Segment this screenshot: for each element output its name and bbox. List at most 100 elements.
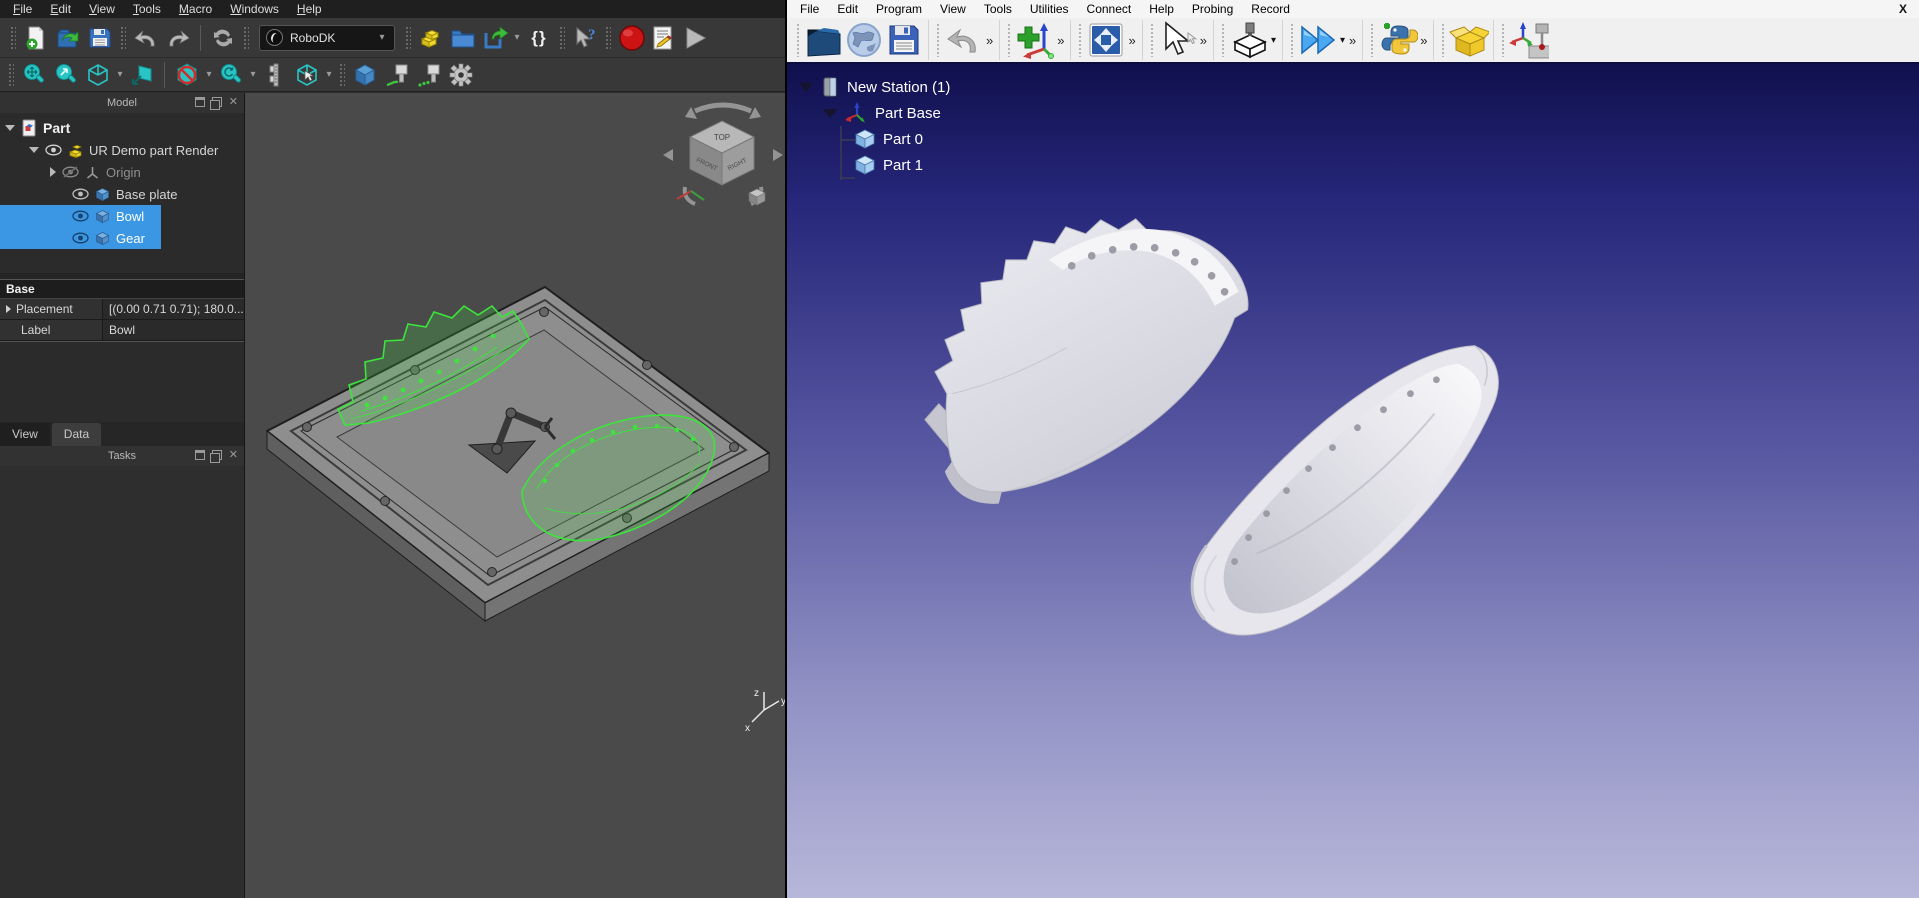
play-icon[interactable] xyxy=(681,24,709,52)
chevron-down-icon[interactable]: ▾ xyxy=(247,69,259,80)
tree-item-gear[interactable]: Gear xyxy=(0,227,161,249)
menu-program[interactable]: Program xyxy=(867,0,931,18)
undo-icon[interactable] xyxy=(944,20,984,60)
part-1-bowl-model[interactable] xyxy=(1192,346,1498,635)
box-selection-icon[interactable] xyxy=(293,61,321,89)
tree-item-ur-demo[interactable]: UR Demo part Render xyxy=(0,139,244,161)
save-icon[interactable] xyxy=(86,24,114,52)
menu-file[interactable]: File xyxy=(4,0,41,18)
menu-help[interactable]: Help xyxy=(288,0,331,18)
fit-all-icon[interactable] xyxy=(20,61,48,89)
menu-probing[interactable]: Probing xyxy=(1183,0,1242,18)
save-station-icon[interactable] xyxy=(884,20,924,60)
isometric-view-icon[interactable] xyxy=(84,61,112,89)
online-library-icon[interactable] xyxy=(844,20,884,60)
redo-icon[interactable] xyxy=(164,24,192,52)
window-close-button[interactable]: X xyxy=(1899,2,1915,16)
open-station-icon[interactable] xyxy=(804,20,844,60)
expand-arrow-icon[interactable] xyxy=(5,125,15,131)
menu-utilities[interactable]: Utilities xyxy=(1021,0,1078,18)
draw-style-icon[interactable] xyxy=(173,61,201,89)
chevron-down-icon[interactable]: ▾ xyxy=(511,32,523,43)
expand-arrow-icon[interactable] xyxy=(6,305,11,313)
dock-float-icon[interactable] xyxy=(212,97,222,107)
visibility-eye-slash-icon[interactable] xyxy=(62,165,79,179)
property-group-header[interactable]: Base xyxy=(0,280,244,299)
tree-item-base-plate[interactable]: Base plate xyxy=(0,183,244,205)
property-value[interactable]: [(0.00 0.71 0.71); 180.0... xyxy=(103,299,244,319)
menu-windows[interactable]: Windows xyxy=(221,0,288,18)
toolbar-overflow-icon[interactable]: » xyxy=(1420,33,1427,48)
cube-icon[interactable] xyxy=(351,61,379,89)
visibility-eye-icon[interactable] xyxy=(72,209,89,223)
settings-gear-icon[interactable] xyxy=(447,61,475,89)
chevron-down-icon[interactable]: ▾ xyxy=(323,69,335,80)
robodk-3d-view[interactable]: New Station (1) Part Base Part 0 Part 1 xyxy=(787,64,1919,898)
toolbar-overflow-icon[interactable]: » xyxy=(1057,33,1064,48)
dock-restore-icon[interactable] xyxy=(195,450,205,460)
toolbar-overflow-icon[interactable]: » xyxy=(1200,33,1207,48)
chevron-down-icon[interactable]: ▾ xyxy=(203,69,215,80)
dock-float-icon[interactable] xyxy=(212,450,222,460)
measure-box-icon[interactable] xyxy=(1229,20,1269,60)
chevron-down-icon[interactable]: ▾ xyxy=(1271,35,1276,46)
menu-edit[interactable]: Edit xyxy=(41,0,80,18)
select-cursor-icon[interactable] xyxy=(1158,20,1198,60)
menu-edit[interactable]: Edit xyxy=(828,0,867,18)
menu-record[interactable]: Record xyxy=(1242,0,1299,18)
dock-restore-icon[interactable] xyxy=(195,97,205,107)
measure-caliper-icon[interactable] xyxy=(261,61,289,89)
add-python-program-icon[interactable] xyxy=(1378,20,1418,60)
record-icon[interactable] xyxy=(617,24,645,52)
property-value[interactable]: Bowl xyxy=(103,320,244,340)
undo-icon[interactable] xyxy=(132,24,160,52)
new-document-icon[interactable] xyxy=(22,24,50,52)
workbench-selector[interactable]: RoboDK ▾ xyxy=(259,25,395,51)
tree-item-bowl[interactable]: Bowl xyxy=(0,205,161,227)
menu-help[interactable]: Help xyxy=(1140,0,1183,18)
edit-script-icon[interactable] xyxy=(649,24,677,52)
menu-view[interactable]: View xyxy=(80,0,124,18)
tab-view[interactable]: View xyxy=(0,423,50,446)
probe-reference-icon[interactable] xyxy=(1509,20,1549,60)
menu-file[interactable]: File xyxy=(791,0,828,18)
dock-close-icon[interactable]: ✕ xyxy=(229,450,238,460)
open-folder-icon[interactable] xyxy=(449,24,477,52)
whats-this-icon[interactable]: ? xyxy=(571,24,599,52)
toolbar-overflow-icon[interactable]: » xyxy=(986,33,993,48)
expand-arrow-icon[interactable] xyxy=(50,167,56,177)
add-reference-frame-icon[interactable] xyxy=(1015,20,1055,60)
menu-tools[interactable]: Tools xyxy=(975,0,1021,18)
expand-arrow-icon[interactable] xyxy=(29,147,39,153)
visibility-eye-icon[interactable] xyxy=(45,143,62,157)
chevron-down-icon[interactable]: ▾ xyxy=(1340,35,1345,46)
align-view-icon[interactable] xyxy=(128,61,156,89)
menu-macro[interactable]: Macro xyxy=(170,0,221,18)
menu-tools[interactable]: Tools xyxy=(124,0,170,18)
navigation-cube[interactable]: TOP FRONT RIGHT xyxy=(663,105,783,205)
visibility-eye-icon[interactable] xyxy=(72,187,89,201)
cad-3d-viewport[interactable]: TOP FRONT RIGHT z y xyxy=(245,93,785,898)
load-part-icon[interactable] xyxy=(417,24,445,52)
refresh-icon[interactable] xyxy=(209,24,237,52)
api-braces-icon[interactable]: {} xyxy=(525,24,553,52)
tab-data[interactable]: Data xyxy=(52,423,101,446)
zoom-selection-icon[interactable] xyxy=(52,61,80,89)
export-model-icon[interactable] xyxy=(481,24,509,52)
chevron-down-icon[interactable]: ▾ xyxy=(114,69,126,80)
navcube-top-label[interactable]: TOP xyxy=(714,133,730,142)
part-0-gear-model[interactable] xyxy=(925,219,1248,504)
fit-view-icon[interactable] xyxy=(1086,20,1126,60)
open-document-icon[interactable] xyxy=(54,24,82,52)
fast-forward-icon[interactable] xyxy=(1298,20,1338,60)
zoom-refresh-icon[interactable] xyxy=(217,61,245,89)
toolbar-overflow-icon[interactable]: » xyxy=(1349,33,1356,48)
probe-path-icon[interactable] xyxy=(383,61,411,89)
menu-view[interactable]: View xyxy=(931,0,975,18)
visibility-eye-icon[interactable] xyxy=(72,231,89,245)
menu-connect[interactable]: Connect xyxy=(1078,0,1141,18)
dock-close-icon[interactable]: ✕ xyxy=(229,97,238,107)
tree-item-origin[interactable]: Origin xyxy=(0,161,244,183)
probe-points-icon[interactable] xyxy=(415,61,443,89)
tree-item-part[interactable]: Part xyxy=(0,117,244,139)
